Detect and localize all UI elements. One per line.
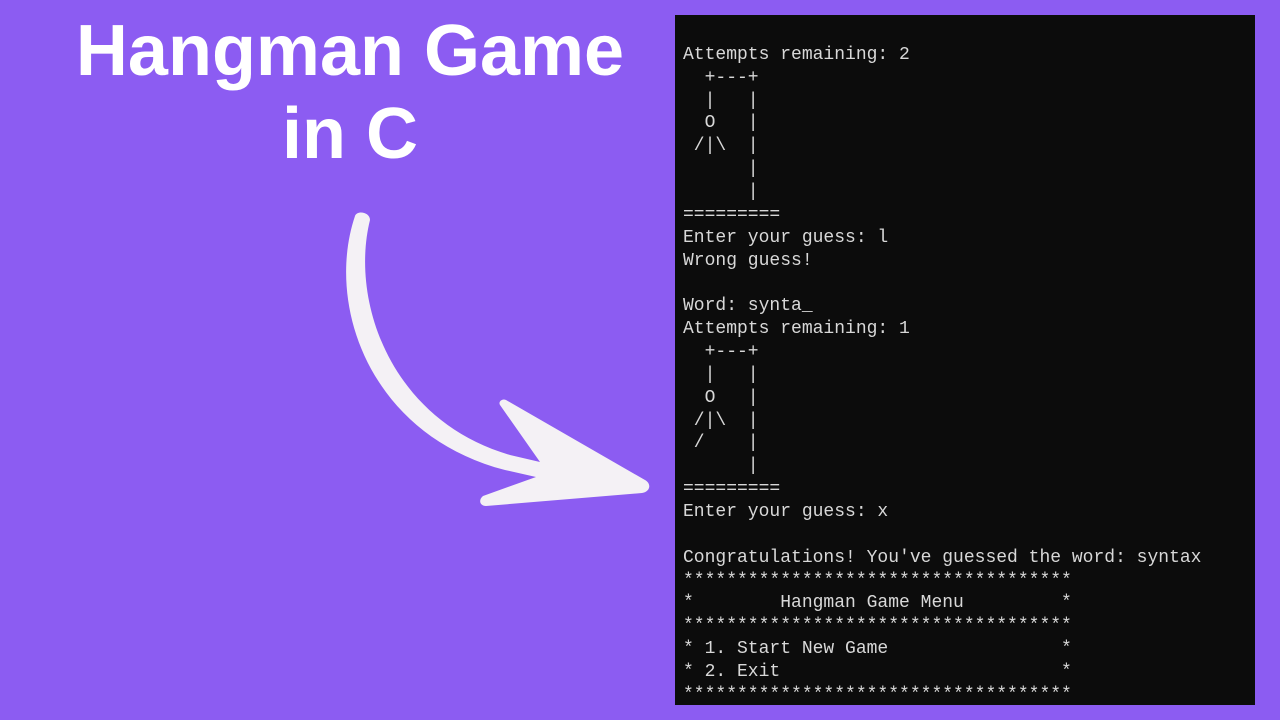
menu-border: ************************************ bbox=[683, 571, 1072, 591]
separator-line: ========= bbox=[683, 205, 780, 225]
gallows-ascii-2-line: / | bbox=[683, 433, 759, 453]
gallows-ascii-2-line: | | bbox=[683, 365, 759, 385]
gallows-ascii-1-line: | | bbox=[683, 91, 759, 111]
menu-option-start: * 1. Start New Game * bbox=[683, 639, 1072, 659]
gallows-ascii-1-line: +---+ bbox=[683, 68, 759, 88]
gallows-ascii-2-line: +---+ bbox=[683, 342, 759, 362]
gallows-ascii-1-line: /|\ | bbox=[683, 136, 759, 156]
menu-option-exit: * 2. Exit * bbox=[683, 662, 1072, 682]
separator-line: ========= bbox=[683, 479, 780, 499]
attempts-remaining-1: Attempts remaining: 2 bbox=[683, 45, 910, 65]
gallows-ascii-1-line: O | bbox=[683, 113, 759, 133]
title-line-2: in C bbox=[282, 94, 418, 174]
attempts-remaining-2: Attempts remaining: 1 bbox=[683, 319, 910, 339]
terminal-window[interactable]: Attempts remaining: 2 +---+ | | O | /|\ … bbox=[675, 15, 1255, 705]
arrow-icon bbox=[340, 210, 680, 510]
gallows-ascii-1-line: | bbox=[683, 182, 759, 202]
gallows-ascii-1-line: | bbox=[683, 159, 759, 179]
menu-border: ************************************ bbox=[683, 685, 1072, 705]
gallows-ascii-2-line: | bbox=[683, 456, 759, 476]
gallows-ascii-2-line: O | bbox=[683, 388, 759, 408]
word-display: Word: synta_ bbox=[683, 296, 813, 316]
guess-prompt-2: Enter your guess: x bbox=[683, 502, 888, 522]
wrong-guess-message: Wrong guess! bbox=[683, 251, 813, 271]
page-title: Hangman Game in C bbox=[30, 10, 670, 176]
menu-border: ************************************ bbox=[683, 616, 1072, 636]
gallows-ascii-2-line: /|\ | bbox=[683, 411, 759, 431]
congratulations-message: Congratulations! You've guessed the word… bbox=[683, 548, 1201, 568]
guess-prompt-1: Enter your guess: l bbox=[683, 228, 888, 248]
title-line-1: Hangman Game bbox=[76, 11, 624, 91]
menu-title: * Hangman Game Menu * bbox=[683, 593, 1072, 613]
